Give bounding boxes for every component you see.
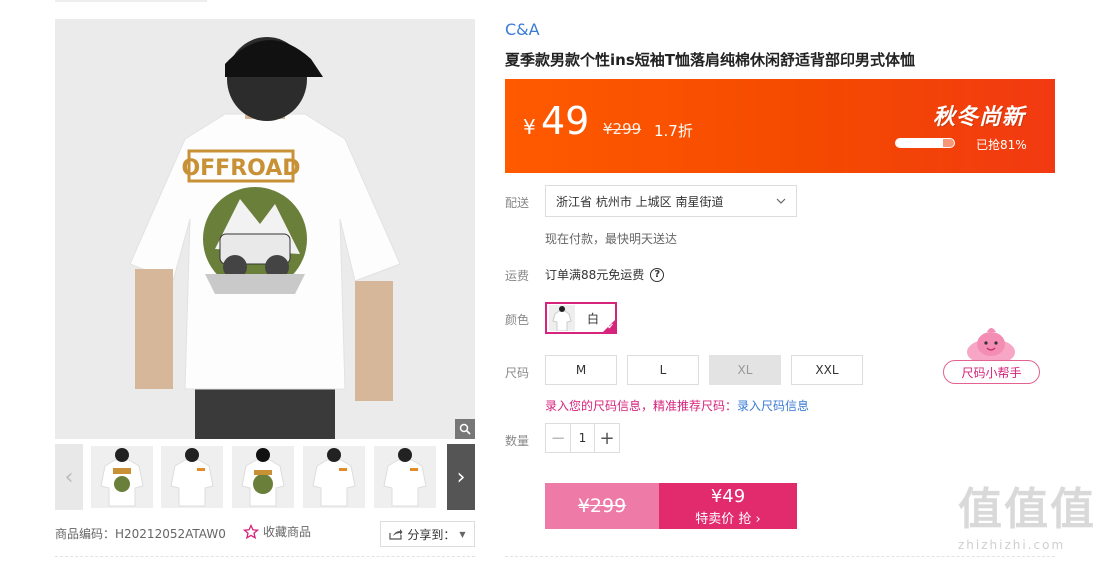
sku-code: 商品编码：H20212052ATAW0 [55,527,226,541]
discount-rate: 1.7折 [654,122,693,140]
address-selector[interactable]: 浙江省 杭州市 上城区 南星街道 [545,185,797,217]
favorite-label: 收藏商品 [263,525,312,539]
thumbnail-strip: ‹ › [55,444,475,510]
quantity-input[interactable]: 1 [570,424,595,452]
print-text: OFFROAD [181,156,300,181]
main-product-image[interactable]: OFFROAD [55,19,475,439]
magnifier-icon [459,423,471,435]
sale-price: 49 [541,99,590,143]
address-text: 浙江省 杭州市 上城区 南星街道 [556,194,724,209]
color-option-white[interactable]: 白 ✔ [545,302,617,334]
thumbnail-4[interactable] [303,446,365,508]
watermark-logo: 值值值 [958,484,1096,535]
size-option-xxl[interactable]: XXL [791,355,863,385]
thumbnail-image [91,446,153,508]
size-tip-text: 录入您的尺码信息，精准推荐尺码： [545,399,738,413]
quantity-stepper: − 1 + [545,423,620,453]
buy-now-label: 特卖价 抢 › [695,512,761,527]
check-icon: ✔ [607,322,614,331]
thumbnail-5[interactable] [374,446,436,508]
share-icon [389,529,403,540]
quantity-minus-button[interactable]: − [546,424,570,452]
brand-link[interactable]: C&A [505,20,540,39]
size-helper[interactable]: 尺码小帮手 [943,326,1040,386]
favorite-button[interactable]: 收藏商品 [243,523,311,540]
shipping-label: 运费 [505,269,530,283]
grab-progress-fill [896,139,943,147]
share-label: 分享到： [407,527,456,542]
product-photo: OFFROAD [55,19,475,439]
star-icon [243,523,259,539]
original-price-button[interactable]: ¥299 [545,483,659,529]
product-title: 夏季款男款个性ins短袖T恤落肩纯棉休闲舒适背部印男式体恤 [505,51,915,69]
thumb-prev-button[interactable]: ‹ [55,444,83,510]
shipping-info: 订单满88元免运费 ? [545,266,665,283]
size-option-l[interactable]: L [627,355,699,385]
size-option-xl: XL [709,355,781,385]
zoom-button[interactable] [455,419,475,439]
buy-now-price: ¥49 [710,486,746,507]
right-bottom-divider [505,556,1055,557]
site-watermark: 值值值 zhizhizhi.com [958,484,1096,553]
help-icon[interactable]: ? [650,267,665,282]
chevron-left-icon: ‹ [64,464,74,490]
delivery-note: 现在付款，最快明天送达 [545,232,678,246]
size-option-m[interactable]: M [545,355,617,385]
watermark-url: zhizhizhi.com [958,538,1066,552]
original-price: ¥299 [603,120,642,138]
grab-progress-bar [895,138,955,148]
quantity-plus-button[interactable]: + [595,424,619,452]
color-option-label: 白 [587,311,600,326]
color-thumbnail [549,305,575,331]
size-label: 尺码 [505,366,530,380]
thumbnail-image [303,446,365,508]
thumbnail-image [232,446,294,508]
thumbnail-1[interactable] [91,446,153,508]
grab-progress-text: 已抢81% [976,138,1027,152]
color-thumbnail-image [549,305,575,331]
chevron-down-icon [776,198,786,204]
thumb-next-button[interactable]: › [447,444,475,510]
size-entry-link[interactable]: 录入尺码信息 [737,399,809,413]
buy-now-button[interactable]: ¥49 特卖价 抢 › [659,483,797,529]
currency-symbol: ¥ [523,115,536,139]
thumbnail-3[interactable] [232,446,294,508]
shipping-text: 订单满88元免运费 [545,268,645,282]
size-helper-label[interactable]: 尺码小帮手 [943,360,1040,384]
size-tip: 录入您的尺码信息，精准推荐尺码：录入尺码信息 [545,397,809,414]
product-meta-bar: 商品编码：H20212052ATAW0 收藏商品 分享到： ▼ [55,521,475,547]
thumbnail-2[interactable] [161,446,223,508]
promo-title: 秋冬尚新 [933,105,1026,130]
price-banner: ¥ 49 ¥299 1.7折 秋冬尚新 已抢81% [505,79,1055,173]
left-bottom-divider [55,556,475,557]
color-label: 颜色 [505,313,530,327]
chevron-right-icon: › [456,464,466,490]
top-divider [55,0,207,2]
quantity-label: 数量 [505,434,530,448]
thumbnail-image [161,446,223,508]
caret-down-icon: ▼ [459,529,466,539]
thumbnail-image [374,446,436,508]
share-button[interactable]: 分享到： ▼ [380,521,475,547]
delivery-label: 配送 [505,196,530,210]
